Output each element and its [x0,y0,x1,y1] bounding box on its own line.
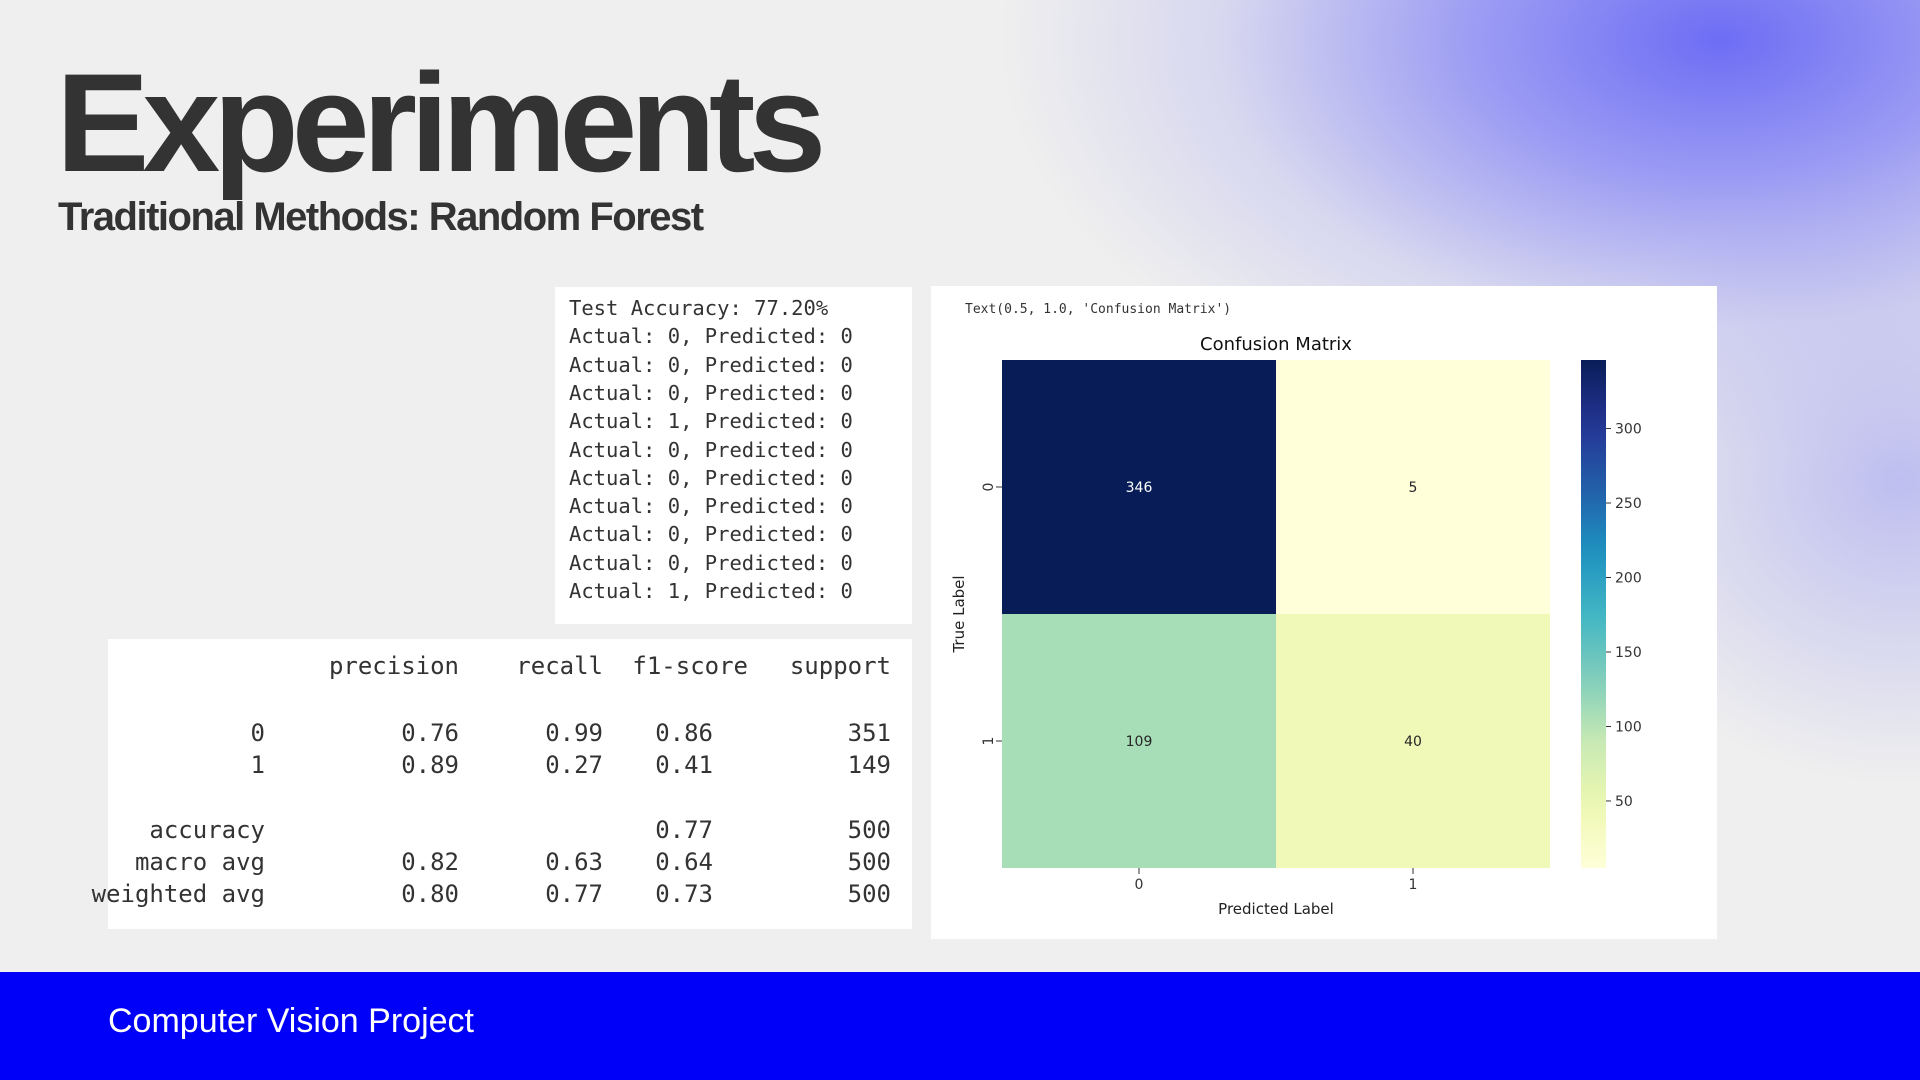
prediction-output-panel: Test Accuracy: 77.20% Actual: 0, Predicte… [555,287,912,624]
report-cell: 0.77 [655,816,713,844]
footer-bar: Computer Vision Project [0,972,1920,1080]
confusion-matrix-chart: Text(0.5, 1.0, 'Confusion Matrix') Confus… [950,302,1642,918]
prediction-line: Actual: 0, Predicted: 0 [569,380,853,405]
colorbar [1581,360,1606,868]
report-row-label: macro avg [134,848,265,876]
slide-title: Experiments [56,44,826,201]
test-accuracy-line: Test Accuracy: 77.20% [569,296,829,320]
report-cell: 0.73 [655,880,713,908]
report-cell: 0.89 [401,751,459,779]
report-header-support: support [789,652,891,680]
x-axis-label: Predicted Label [1218,900,1334,918]
report-header-f1-score: f1-score [632,652,748,680]
prediction-line: Actual: 0, Predicted: 0 [569,550,853,575]
prediction-line: Actual: 0, Predicted: 0 [569,522,853,547]
heatmap-cell-label: 5 [1409,480,1418,496]
x-tick-label: 1 [1409,877,1418,893]
colorbar-tick-label: 100 [1615,719,1642,735]
y-axis-label: True Label [950,575,968,653]
prediction-line: Actual: 0, Predicted: 0 [569,437,853,462]
report-cell: 0.86 [655,719,713,747]
report-cell: 0.27 [545,751,603,779]
report-header-precision: precision [328,652,459,680]
report-cell: 500 [847,848,891,876]
colorbar-tick-label: 300 [1615,422,1642,438]
report-cell: 500 [847,880,891,908]
colorbar-tick-label: 50 [1615,794,1633,810]
classification-report-panel: precision recall f1-score support 0 0.76 0.99 0… [92,639,912,929]
prediction-line: Actual: 0, Predicted: 0 [569,324,853,349]
report-row-label: weighted avg [91,880,265,908]
prediction-line: Actual: 1, Predicted: 0 [569,409,853,434]
slide-subtitle: Traditional Methods: Random Forest [58,195,704,239]
report-header-recall: recall [516,652,603,680]
heatmap-cell-label: 109 [1126,734,1153,750]
report-cell: 351 [847,719,891,747]
report-cell: 0.41 [655,751,713,779]
report-cell: 0.82 [401,848,459,876]
confusion-matrix-panel: Text(0.5, 1.0, 'Confusion Matrix') Confus… [931,286,1717,939]
prediction-line: Actual: 0, Predicted: 0 [569,465,853,490]
prediction-line: Actual: 0, Predicted: 0 [569,352,853,377]
x-tick-label: 0 [1135,877,1144,893]
prediction-line: Actual: 0, Predicted: 0 [569,494,853,519]
prediction-line: Actual: 1, Predicted: 0 [569,579,853,603]
heatmap-cell-label: 40 [1404,734,1422,750]
report-cell: 0.99 [545,719,603,747]
report-row-label: 1 [250,751,265,779]
heatmap-cell-label: 346 [1126,480,1153,496]
y-tick-label: 1 [981,737,997,746]
report-cell: 500 [847,816,891,844]
colorbar-tick-label: 250 [1615,496,1642,512]
footer-text: Computer Vision Project [108,1002,474,1040]
report-row-label: 0 [250,719,265,747]
matrix-output-text: Text(0.5, 1.0, 'Confusion Matrix') [965,302,1231,317]
colorbar-tick-label: 200 [1615,571,1642,587]
report-cell: 0.80 [401,880,459,908]
colorbar-tick-label: 150 [1615,645,1642,661]
report-cell: 0.77 [545,880,603,908]
report-cell: 149 [847,751,891,779]
y-tick-label: 0 [981,483,997,492]
matrix-title: Confusion Matrix [1200,334,1352,355]
report-row-label: accuracy [149,816,265,844]
report-cell: 0.63 [545,848,603,876]
report-cell: 0.76 [401,719,459,747]
report-cell: 0.64 [655,848,713,876]
